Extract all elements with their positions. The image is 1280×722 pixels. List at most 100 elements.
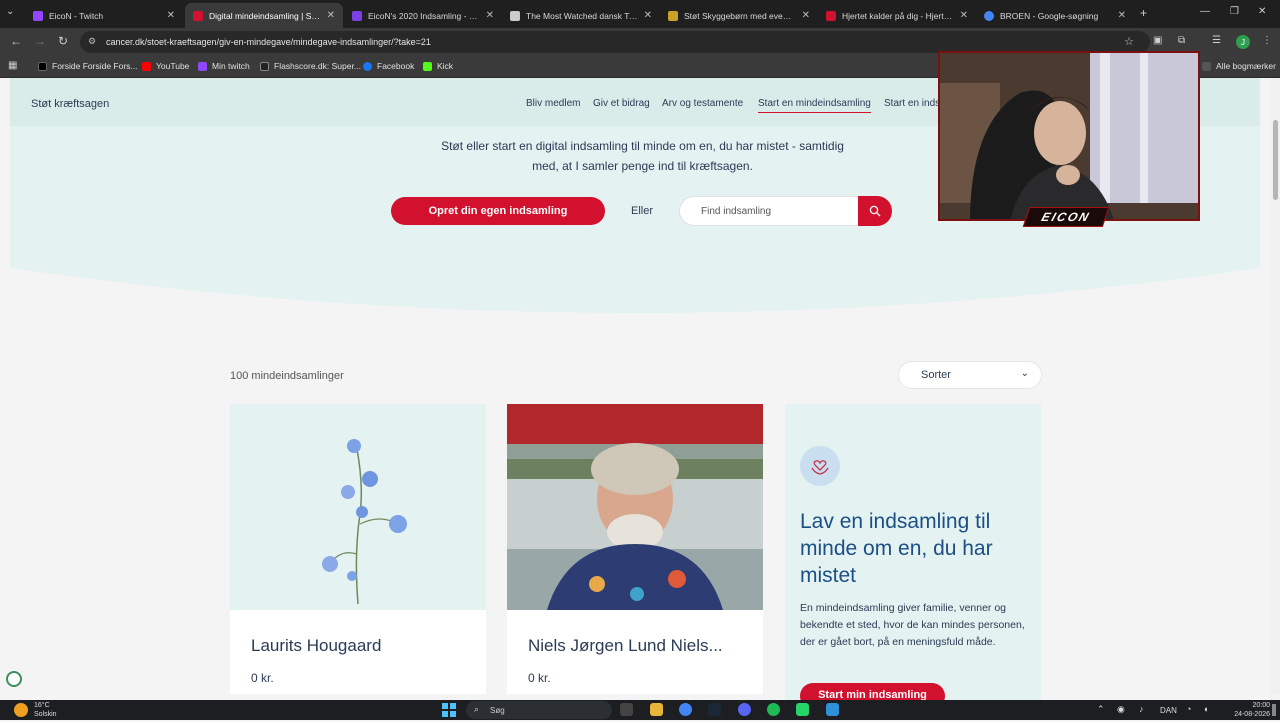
chrome-icon[interactable] bbox=[679, 703, 692, 716]
cancer-favicon-icon bbox=[193, 10, 203, 21]
brand-logo[interactable]: Støt kræftsagen bbox=[31, 98, 109, 110]
forward-icon[interactable]: → bbox=[34, 34, 46, 48]
scrollbar-thumb[interactable] bbox=[1273, 120, 1278, 200]
all-bookmarks[interactable]: Alle bogmærker bbox=[1202, 61, 1276, 71]
webcam-overlay bbox=[938, 51, 1200, 221]
tray-app-icon[interactable]: ◉ bbox=[1117, 704, 1125, 715]
site-info-icon[interactable]: ⚙ bbox=[88, 36, 96, 47]
tab-search-icon[interactable]: ⌄ bbox=[6, 6, 14, 17]
google-icon bbox=[984, 10, 994, 21]
fundraiser-card[interactable]: Laurits Hougaard 0 kr. bbox=[230, 404, 486, 694]
profile-avatar[interactable]: J bbox=[1236, 35, 1250, 49]
task-view-icon[interactable] bbox=[620, 703, 633, 716]
bookmark-kick[interactable]: Kick bbox=[423, 61, 453, 71]
language-indicator[interactable]: DAN bbox=[1160, 706, 1177, 715]
network-icon[interactable]: ◔ bbox=[1186, 704, 1191, 714]
tab-title: Hjertet kalder på dig - Hjertefo bbox=[842, 10, 954, 21]
tab-broen[interactable]: BROEN - Google-søgning ✕ bbox=[976, 3, 1134, 28]
accessibility-icon[interactable] bbox=[6, 671, 22, 687]
favicon-icon bbox=[668, 10, 678, 21]
tab-indsamling[interactable]: EicoN's 2020 Indsamling - Live ✕ bbox=[344, 3, 502, 28]
show-desktop-button[interactable] bbox=[1272, 704, 1276, 716]
file-explorer-icon[interactable] bbox=[650, 703, 663, 716]
nav-mindeindsamling[interactable]: Start en mindeindsamling bbox=[758, 98, 871, 113]
tray-chevron-icon[interactable]: ⌃ bbox=[1097, 704, 1105, 715]
sidebar-icon[interactable]: ☰ bbox=[1212, 35, 1221, 46]
bookmark-label: Alle bogmærker bbox=[1216, 61, 1276, 71]
bookmark-facebook[interactable]: Facebook bbox=[363, 61, 414, 71]
nav-start-indsamling[interactable]: Start en inds bbox=[884, 98, 940, 109]
fundraiser-card[interactable]: Niels Jørgen Lund Niels... 0 kr. bbox=[507, 404, 763, 694]
menu-icon[interactable]: ⋮ bbox=[1262, 35, 1272, 46]
start-windows-icon[interactable] bbox=[442, 703, 456, 717]
weather-widget[interactable]: 16°C Solskin bbox=[34, 701, 57, 719]
taskbar-search[interactable]: ⌕ Søg bbox=[466, 701, 612, 719]
minimize-icon[interactable]: — bbox=[1200, 6, 1210, 17]
taskbar-clock[interactable]: 20:00 24-08-2026 bbox=[1222, 701, 1270, 719]
search-icon bbox=[869, 205, 881, 217]
kick-icon bbox=[423, 61, 432, 71]
weather-sun-icon[interactable] bbox=[14, 703, 28, 717]
close-icon[interactable]: ✕ bbox=[802, 10, 810, 21]
windows-taskbar bbox=[0, 700, 1280, 720]
tab-title: Støt Skyggebørn med event | H bbox=[684, 10, 796, 21]
close-icon[interactable]: ✕ bbox=[644, 10, 652, 21]
nav-giv-et-bidrag[interactable]: Giv et bidrag bbox=[593, 98, 650, 109]
restore-icon[interactable]: ❐ bbox=[1230, 6, 1239, 17]
whatsapp-icon[interactable] bbox=[796, 703, 809, 716]
intro-line: med, at I samler penge ind til kræftsage… bbox=[532, 159, 753, 173]
microphone-icon[interactable]: ♪ bbox=[1139, 704, 1144, 714]
bookmark-label: YouTube bbox=[156, 61, 190, 71]
tab-cancer[interactable]: Digital mindeindsamling | Start ✕ bbox=[185, 3, 343, 28]
bookmark-label: Kick bbox=[437, 61, 454, 71]
bookmark-label: Flashscore.dk: Super... bbox=[274, 61, 361, 71]
nav-bliv-medlem[interactable]: Bliv medlem bbox=[526, 98, 580, 109]
intro-line: Støt eller start en digital indsamling t… bbox=[441, 139, 844, 153]
bookmark-twitch[interactable]: Min twitch bbox=[198, 61, 250, 71]
streamer-tag: EICON bbox=[1022, 207, 1110, 227]
sort-select[interactable]: Sorter ⌄ bbox=[898, 361, 1042, 389]
streamer-name: EICON bbox=[1039, 210, 1093, 224]
tab-skyggeborn[interactable]: Støt Skyggebørn med event | H ✕ bbox=[660, 3, 818, 28]
extensions-puzzle-icon[interactable]: ⧉ bbox=[1178, 35, 1185, 46]
create-fundraiser-button[interactable]: Opret din egen indsamling bbox=[391, 197, 605, 225]
clock-date: 24-08-2026 bbox=[1234, 711, 1270, 718]
search-input[interactable]: Find indsamling bbox=[679, 196, 860, 226]
tab-title: EicoN's 2020 Indsamling - Live bbox=[368, 10, 480, 21]
tab-hjertet[interactable]: Hjertet kalder på dig - Hjertefo ✕ bbox=[818, 3, 976, 28]
flashscore-icon bbox=[260, 61, 269, 71]
x-icon bbox=[38, 61, 47, 71]
steam-icon[interactable] bbox=[708, 703, 721, 716]
close-icon[interactable]: ✕ bbox=[486, 10, 494, 21]
window-close-icon[interactable]: ✕ bbox=[1258, 6, 1266, 17]
nav-arv[interactable]: Arv og testamente bbox=[662, 98, 743, 109]
new-tab-icon[interactable]: + bbox=[1140, 6, 1147, 20]
bookmark-flashscore[interactable]: Flashscore.dk: Super... bbox=[260, 61, 361, 71]
bookmark-x[interactable]: Forside Forside Fors... bbox=[38, 61, 138, 71]
favicon-icon bbox=[826, 10, 836, 21]
discord-icon[interactable] bbox=[738, 703, 751, 716]
volume-icon[interactable]: ◖ bbox=[1203, 704, 1208, 714]
apps-grid-icon[interactable]: ▦ bbox=[8, 60, 17, 71]
close-icon[interactable]: ✕ bbox=[167, 10, 175, 21]
tab-title: EicoN - Twitch bbox=[49, 10, 104, 21]
or-label: Eller bbox=[631, 205, 654, 217]
close-icon[interactable]: ✕ bbox=[960, 10, 968, 21]
bookmark-star-icon[interactable]: ☆ bbox=[1124, 35, 1134, 48]
b-favicon-icon bbox=[352, 10, 362, 21]
spotify-icon[interactable] bbox=[767, 703, 780, 716]
notepad-icon[interactable] bbox=[826, 703, 839, 716]
search-button[interactable] bbox=[858, 196, 892, 226]
extension-icon[interactable]: ▣ bbox=[1153, 35, 1162, 46]
tab-twitch[interactable]: EicoN - Twitch ✕ bbox=[25, 3, 183, 28]
tab-most-watched[interactable]: The Most Watched dansk Twitc ✕ bbox=[502, 3, 660, 28]
back-icon[interactable]: ← bbox=[10, 34, 22, 48]
weather-desc: Solskin bbox=[34, 711, 57, 718]
bookmark-youtube[interactable]: YouTube bbox=[142, 61, 189, 71]
reload-icon[interactable]: ↻ bbox=[58, 34, 68, 48]
address-bar[interactable]: ⚙ cancer.dk/stoet-kraeftsagen/giv-en-min… bbox=[80, 31, 1150, 53]
person-photo bbox=[507, 404, 763, 610]
tab-title: The Most Watched dansk Twitc bbox=[526, 10, 638, 21]
close-icon[interactable]: ✕ bbox=[1118, 10, 1126, 21]
close-icon[interactable]: ✕ bbox=[327, 10, 335, 21]
